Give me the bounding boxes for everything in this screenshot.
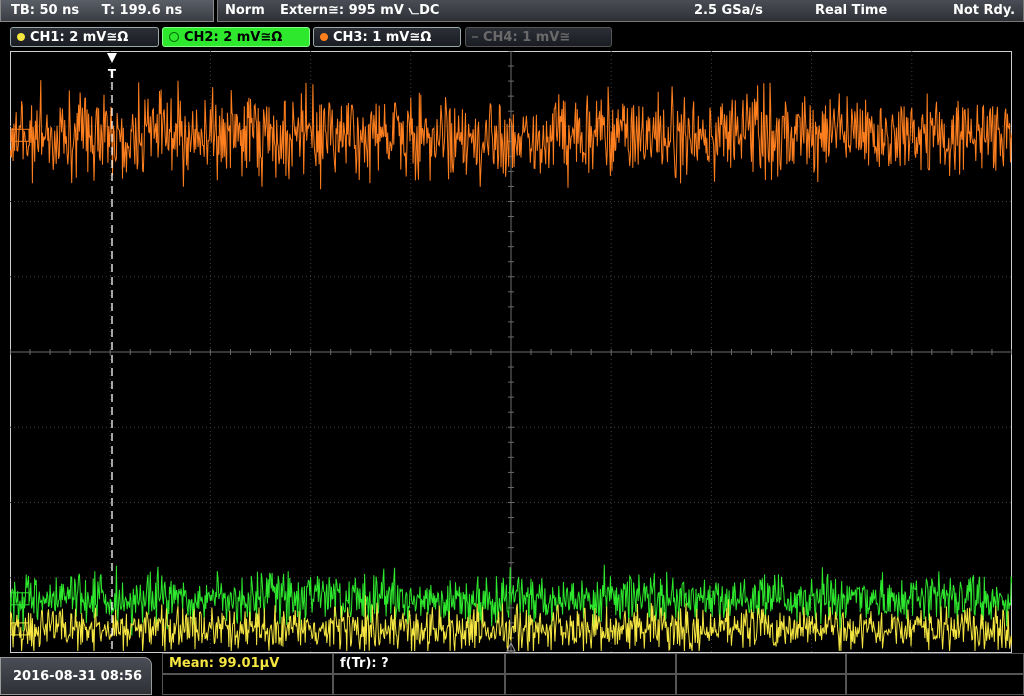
datetime-display: 2016-08-31 08:56: [0, 657, 152, 695]
measurement-mean-label: Mean: 99.01µV: [169, 656, 280, 671]
channel-2-dot-icon: [169, 31, 179, 42]
measurement-rise-frequency[interactable]: f(Tr): ?: [333, 653, 505, 674]
timebase-readout: TB: 50 ns: [11, 3, 80, 18]
measurement-rise-frequency-label: f(Tr): ?: [340, 656, 389, 671]
sample-rate: 2.5 GSa/s: [694, 3, 763, 18]
measurement-slot-6[interactable]: [162, 674, 333, 695]
measurement-slot-8[interactable]: [505, 674, 676, 695]
trigger-arrow-icon: [107, 53, 117, 63]
measurement-slot-5[interactable]: [846, 653, 1024, 674]
timebase-panel[interactable]: TB: 50 ns T: 199.6 ns: [0, 0, 214, 22]
trigger-mode: Norm: [225, 3, 265, 18]
acquisition-panel[interactable]: Norm Extern≅: 995 mV ⦦DC 2.5 GSa/s Real …: [217, 0, 1024, 22]
channel-2-label: CH2: 2 mV≅Ω: [184, 30, 283, 45]
channel-3-label: CH3: 1 mV≅Ω: [333, 30, 432, 45]
channel-4-dash-icon: [472, 35, 478, 38]
channel-1-label: CH1: 2 mV≅Ω: [30, 30, 129, 45]
channel-1-button[interactable]: CH1: 2 mV≅Ω: [10, 27, 159, 47]
measurement-mean[interactable]: Mean: 99.01µV: [162, 653, 333, 674]
acquisition-mode: Real Time: [815, 3, 888, 18]
waveform-display[interactable]: T: [10, 51, 1012, 653]
measurement-slot-3[interactable]: [505, 653, 676, 674]
channel-4-label: CH4: 1 mV≅: [483, 30, 571, 45]
datetime-text: 2016-08-31 08:56: [13, 669, 143, 684]
trigger-marker-label: T: [108, 67, 117, 81]
trigger-time-readout: T: 199.6 ns: [101, 3, 183, 18]
channel-3-dot-icon: [320, 32, 328, 41]
channel-3-button[interactable]: CH3: 1 mV≅Ω: [313, 27, 461, 47]
measurement-panel: Mean: 99.01µV f(Tr): ?: [162, 653, 1024, 695]
trigger-status: Not Rdy.: [953, 3, 1016, 18]
channel-2-button[interactable]: CH2: 2 mV≅Ω: [162, 27, 310, 47]
waveform-canvas: T: [10, 51, 1012, 653]
channel-4-button[interactable]: CH4: 1 mV≅: [465, 27, 612, 47]
status-bar: TB: 50 ns T: 199.6 ns Norm Extern≅: 995 …: [0, 0, 1024, 24]
measurement-slot-10[interactable]: [846, 674, 1024, 695]
measurement-slot-4[interactable]: [676, 653, 846, 674]
channel-1-dot-icon: [17, 32, 25, 41]
measurement-slot-9[interactable]: [676, 674, 846, 695]
measurement-slot-7[interactable]: [333, 674, 505, 695]
trigger-source: Extern≅: 995 mV ⦦DC: [280, 3, 440, 18]
